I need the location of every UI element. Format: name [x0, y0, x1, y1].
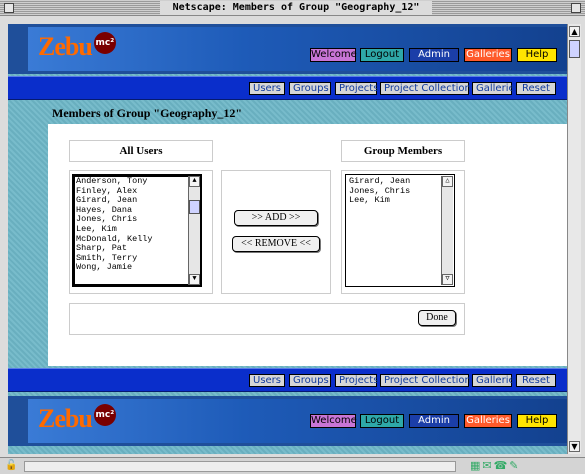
nav-galleries[interactable]: Galleries	[472, 374, 520, 387]
help-button[interactable]: Help	[517, 48, 557, 62]
group-members-scrollbar[interactable]: △ ▽	[441, 176, 453, 285]
mc2-badge-icon: mc²	[93, 404, 116, 426]
scroll-thumb[interactable]	[189, 200, 200, 214]
scroll-down-arrow-icon[interactable]: ▼	[569, 441, 580, 452]
bottom-nav-bar: Users Groups Projects Project Collection…	[8, 368, 567, 392]
logout-button[interactable]: Logout	[360, 48, 404, 62]
admin-button[interactable]: Admin	[409, 48, 459, 62]
top-header: Zebu mc² Welcome Logout Admin Galleries H…	[8, 24, 567, 74]
zebu-logo[interactable]: Zebu mc²	[38, 404, 116, 434]
component-bar-icons[interactable]: ▦✉☎✎	[470, 460, 521, 472]
action-box	[221, 170, 331, 294]
welcome-button[interactable]: Welcome	[310, 48, 357, 62]
admin-button[interactable]: Admin	[409, 414, 459, 428]
remove-button[interactable]: << REMOVE <<	[232, 236, 320, 252]
nav-galleries[interactable]: Galleries	[472, 82, 520, 95]
window-titlebar: Netscape: Members of Group "Geography_12…	[0, 0, 585, 16]
mc2-badge-icon: mc²	[93, 32, 116, 54]
nav-project-collections[interactable]: Project Collections	[380, 82, 476, 95]
logo-text: Zebu	[38, 404, 93, 433]
all-users-listbox[interactable]: Anderson, Tony Finley, Alex Girard, Jean Ha…	[72, 174, 202, 287]
scroll-down-arrow-icon[interactable]: ▼	[189, 274, 200, 285]
galleries-button[interactable]: Galleries	[464, 48, 512, 62]
nav-groups[interactable]: Groups	[289, 374, 331, 387]
done-row-box	[69, 303, 465, 335]
group-members-header: Group Members	[341, 140, 465, 162]
scroll-thumb[interactable]	[569, 40, 580, 58]
nav-projects[interactable]: Projects	[335, 82, 378, 95]
group-members-list-item[interactable]: Lee, Kim	[349, 196, 454, 206]
scroll-up-arrow-icon[interactable]: ▲	[189, 176, 200, 187]
logo-text: Zebu	[38, 32, 93, 61]
status-bar: 🔓 ▦✉☎✎	[0, 457, 585, 474]
close-box-icon[interactable]	[4, 3, 14, 13]
page-viewport: Zebu mc² Welcome Logout Admin Galleries H…	[8, 24, 567, 454]
group-members-list: Girard, Jean Jones, Chris Lee, Kim	[349, 176, 454, 206]
window-title: Netscape: Members of Group "Geography_12…	[160, 1, 432, 15]
page-title: Members of Group "Geography_12"	[52, 106, 243, 120]
add-button[interactable]: >> ADD >>	[234, 210, 318, 226]
nav-reset[interactable]: Reset	[516, 374, 556, 387]
top-nav-bar: Users Groups Projects Project Collection…	[8, 76, 567, 100]
scroll-up-arrow-icon[interactable]: △	[442, 176, 453, 187]
help-button[interactable]: Help	[517, 414, 557, 428]
scroll-down-arrow-icon[interactable]: ▽	[442, 274, 453, 285]
done-button[interactable]: Done	[418, 310, 456, 326]
group-members-listbox[interactable]: Girard, Jean Jones, Chris Lee, Kim △ ▽	[345, 174, 455, 287]
all-users-list-item[interactable]: Wong, Jamie	[76, 263, 201, 273]
zebu-logo[interactable]: Zebu mc²	[38, 32, 116, 62]
nav-project-collections[interactable]: Project Collections	[380, 374, 476, 387]
nav-users[interactable]: Users	[249, 82, 285, 95]
security-lock-icon[interactable]: 🔓	[5, 460, 17, 472]
welcome-button[interactable]: Welcome	[310, 414, 357, 428]
zoom-box-icon[interactable]	[571, 3, 581, 13]
nav-projects[interactable]: Projects	[335, 374, 378, 387]
all-users-scrollbar[interactable]: ▲ ▼	[188, 176, 200, 285]
nav-reset[interactable]: Reset	[516, 82, 556, 95]
scroll-up-arrow-icon[interactable]: ▲	[569, 26, 580, 37]
all-users-header: All Users	[69, 140, 213, 162]
status-text-field	[24, 461, 456, 472]
window-scrollbar[interactable]: ▲ ▼	[567, 24, 581, 454]
all-users-list: Anderson, Tony Finley, Alex Girard, Jean Ha…	[76, 176, 201, 273]
nav-groups[interactable]: Groups	[289, 82, 331, 95]
nav-users[interactable]: Users	[249, 374, 285, 387]
logout-button[interactable]: Logout	[360, 414, 404, 428]
galleries-button[interactable]: Galleries	[464, 414, 512, 428]
bottom-header: Zebu mc² Welcome Logout Admin Galleries H…	[8, 396, 567, 446]
